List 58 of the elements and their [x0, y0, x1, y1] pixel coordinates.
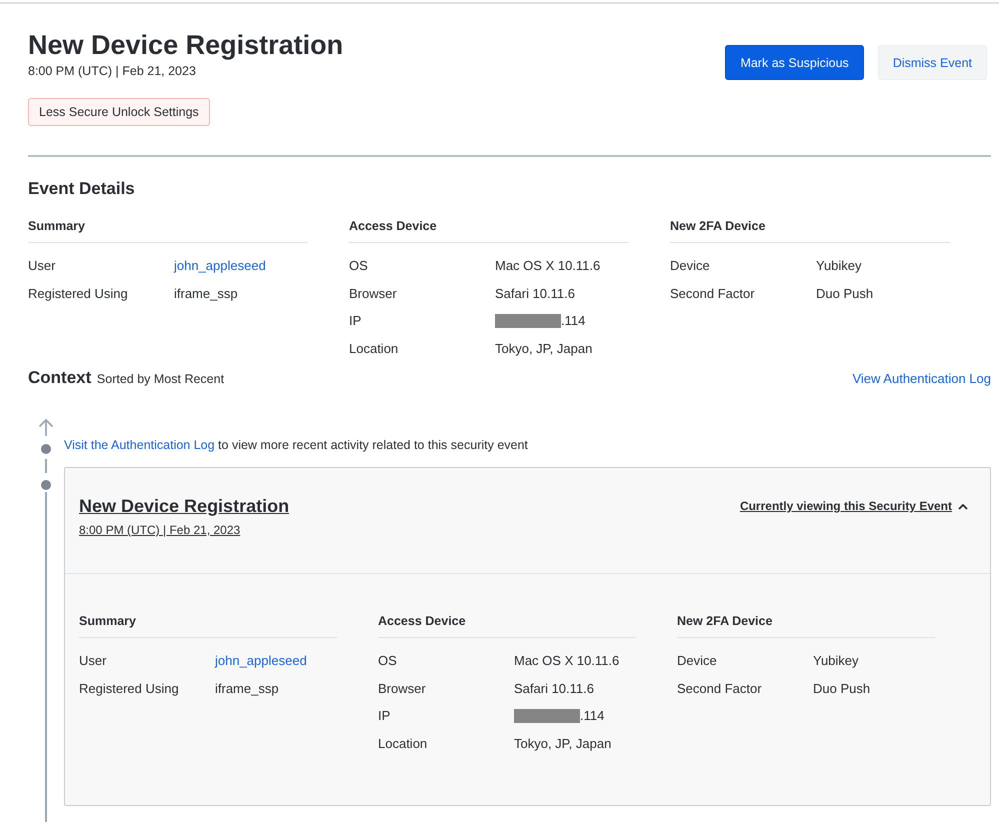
section-heading: Access Device — [349, 219, 629, 243]
section-heading: Summary — [79, 614, 337, 638]
sort-label: Sorted by Most Recent — [96, 372, 224, 386]
field-label: Browser — [349, 286, 398, 300]
field-value: Mac OS X 10.11.6 — [514, 653, 620, 668]
field-label: OS — [349, 258, 369, 273]
field-label: Location — [378, 736, 428, 750]
event-title: New Device Registration — [79, 496, 290, 517]
collapse-toggle[interactable]: Currently viewing this Security Event — [740, 499, 968, 513]
field-value: Duo Push — [813, 680, 870, 696]
field-label: Device — [677, 653, 718, 668]
field-value: iframe_ssp — [215, 680, 279, 696]
field-label: User — [28, 258, 56, 273]
dismiss-button[interactable]: Dismiss Event — [878, 45, 987, 80]
field-label: Second Factor — [677, 680, 763, 696]
field-value: .114 — [580, 708, 604, 723]
auth-log-link[interactable]: View Authentication Log — [852, 371, 991, 386]
section-heading: Summary — [28, 219, 308, 243]
notice-text: Visit the Authentication Log to view more recent activity related to this security event — [64, 437, 529, 454]
field-value: Safari 10.11.6 — [514, 680, 594, 696]
field-label: IP — [378, 708, 392, 723]
field-label: Browser — [378, 680, 427, 696]
field-label: Second Factor — [670, 286, 756, 300]
field-value: Mac OS X 10.11.6 — [495, 258, 600, 273]
policy-tag: Less Secure Unlock Settings — [28, 98, 210, 126]
field-label: Registered Using — [28, 286, 129, 300]
timeline-dot — [41, 480, 51, 490]
redaction-bar — [514, 708, 580, 722]
section-title: Context — [28, 368, 92, 387]
field-label: Device — [670, 258, 711, 273]
user-link[interactable]: john_appleseed — [215, 653, 307, 668]
field-label: OS — [378, 653, 398, 668]
field-label: Registered Using — [79, 680, 180, 696]
section-heading: New 2FA Device — [677, 614, 935, 638]
caret-icon — [958, 502, 968, 510]
page-title: New Device Registration — [28, 29, 344, 61]
field-value: Duo Push — [816, 286, 874, 300]
field-value: Safari 10.11.6 — [495, 286, 575, 300]
field-value: iframe_ssp — [174, 286, 238, 300]
event-timestamp: 8:00 PM (UTC) | Feb 21, 2023 — [79, 523, 242, 537]
field-value: .114 — [561, 313, 586, 328]
redaction-bar — [495, 314, 561, 328]
field-value: Tokyo, JP, Japan — [514, 736, 612, 750]
up-arrow-icon — [38, 418, 54, 437]
field-label: User — [79, 653, 108, 668]
field-value: Yubikey — [813, 653, 859, 668]
field-label: Location — [349, 340, 400, 356]
auth-log-link[interactable]: Visit the Authentication Log — [64, 438, 215, 452]
timeline-dot — [41, 444, 51, 454]
field-value: Tokyo, JP, Japan — [495, 340, 592, 356]
field-label: IP — [349, 313, 362, 328]
section-heading: New 2FA Device — [670, 219, 950, 243]
mark-suspicious-button[interactable]: Mark as Suspicious — [725, 45, 864, 80]
field-value: Yubikey — [816, 258, 862, 273]
section-title: Event Details — [28, 179, 136, 199]
event-timestamp: 8:00 PM (UTC) | Feb 21, 2023 — [28, 64, 197, 78]
section-heading: Access Device — [378, 614, 636, 638]
user-link[interactable]: john_appleseed — [174, 258, 266, 273]
